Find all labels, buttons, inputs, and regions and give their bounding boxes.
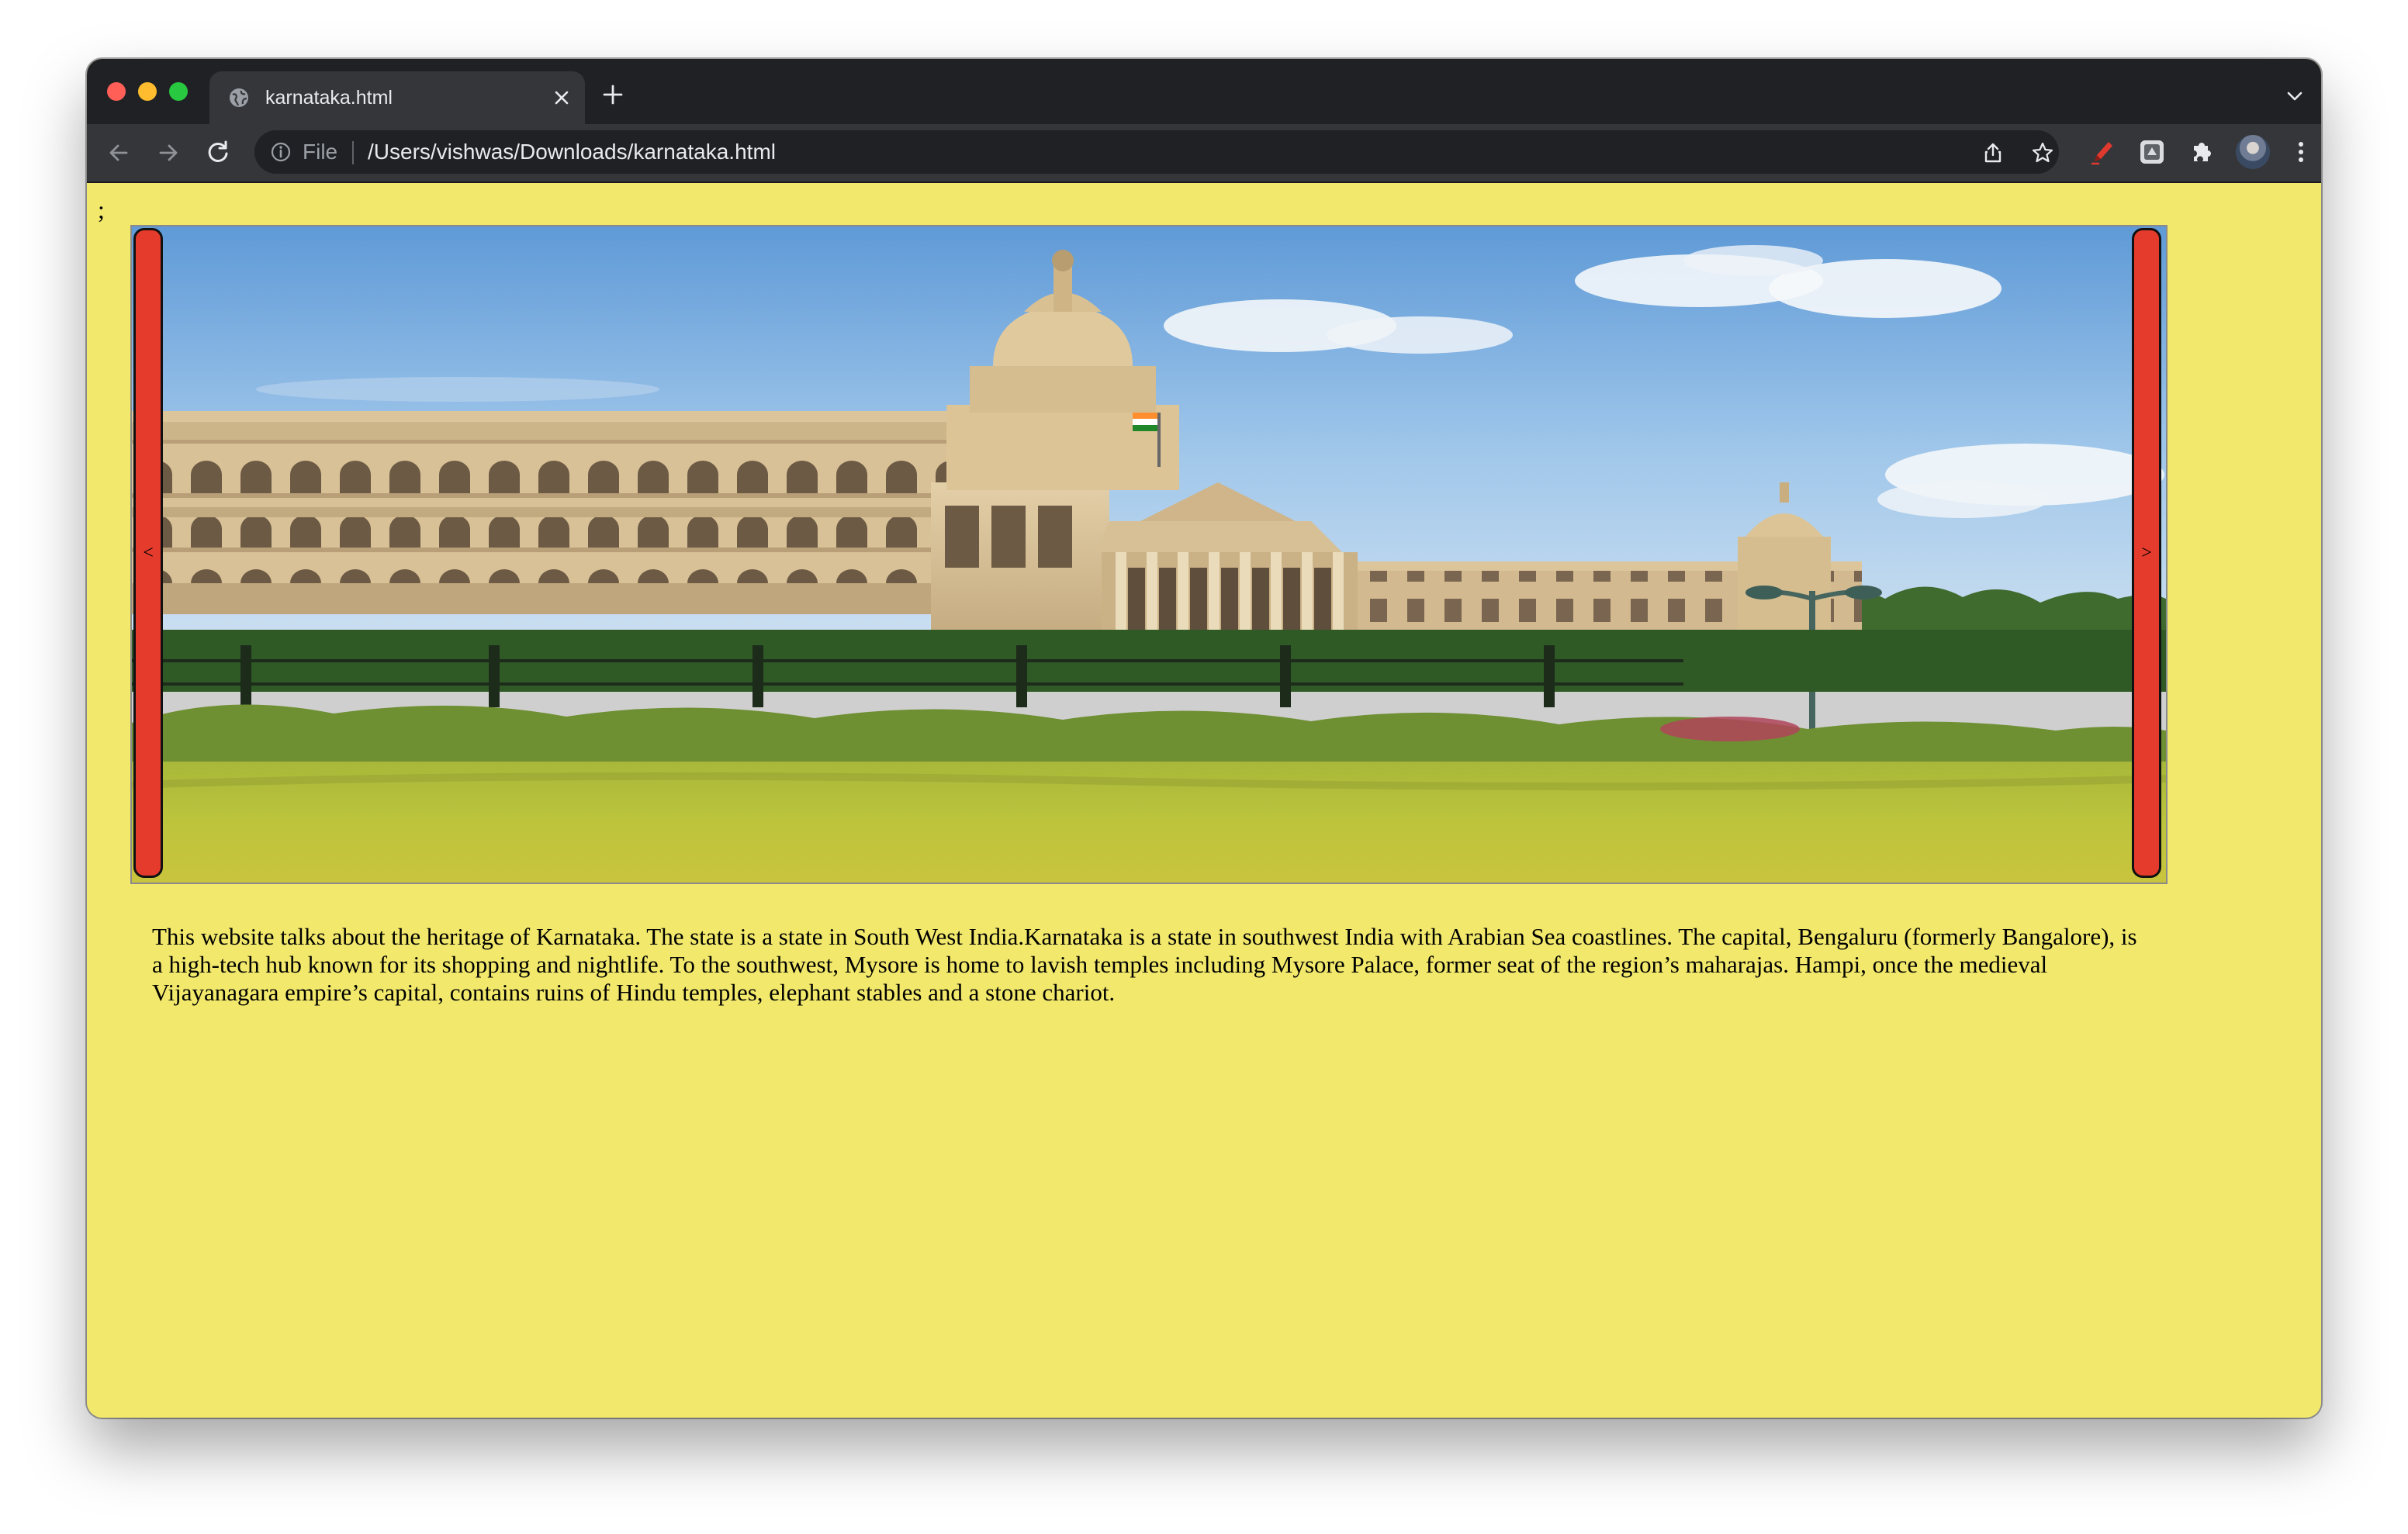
browser-window: karnataka.html File /Users/vishwas/Downl… bbox=[87, 59, 2321, 1418]
maximize-window-button[interactable] bbox=[169, 82, 188, 101]
extension-app-icon[interactable] bbox=[2138, 138, 2166, 166]
url-text[interactable]: /Users/vishwas/Downloads/karnataka.html bbox=[368, 140, 776, 164]
arrow-left-icon[interactable] bbox=[104, 138, 133, 168]
previous-slide-button[interactable]: < bbox=[133, 228, 163, 878]
info-icon[interactable] bbox=[270, 141, 292, 163]
star-icon[interactable] bbox=[2031, 141, 2054, 164]
pen-icon[interactable] bbox=[2088, 138, 2116, 166]
share-icon[interactable] bbox=[1981, 141, 2005, 164]
arrow-right-icon[interactable] bbox=[154, 138, 183, 168]
browser-toolbar: File /Users/vishwas/Downloads/karnataka.… bbox=[87, 124, 2321, 183]
address-separator bbox=[352, 141, 354, 164]
close-icon[interactable] bbox=[549, 85, 574, 110]
puzzle-icon[interactable] bbox=[2188, 138, 2216, 166]
address-bar[interactable]: File /Users/vishwas/Downloads/karnataka.… bbox=[254, 130, 2059, 174]
kebab-menu-icon[interactable] bbox=[2287, 138, 2315, 166]
close-window-button[interactable] bbox=[107, 82, 126, 101]
minimize-window-button[interactable] bbox=[138, 82, 157, 101]
stray-semicolon: ; bbox=[98, 195, 105, 223]
tab-title: karnataka.html bbox=[265, 87, 393, 109]
heritage-description: This website talks about the heritage of… bbox=[152, 923, 2137, 1006]
tab-strip: karnataka.html bbox=[87, 59, 2321, 124]
hero-image bbox=[132, 226, 2166, 883]
globe-icon bbox=[230, 88, 248, 107]
scheme-label: File bbox=[303, 140, 338, 164]
plus-icon[interactable] bbox=[600, 82, 625, 107]
image-slider: < > bbox=[130, 225, 2168, 884]
chevron-down-icon[interactable] bbox=[2284, 85, 2306, 107]
avatar[interactable] bbox=[2236, 135, 2270, 169]
tab-karnataka[interactable]: karnataka.html bbox=[209, 71, 585, 124]
page-content: ; < > This website talks about the herit… bbox=[87, 183, 2321, 1418]
reload-icon[interactable] bbox=[203, 138, 233, 168]
next-slide-button[interactable]: > bbox=[2132, 228, 2161, 878]
